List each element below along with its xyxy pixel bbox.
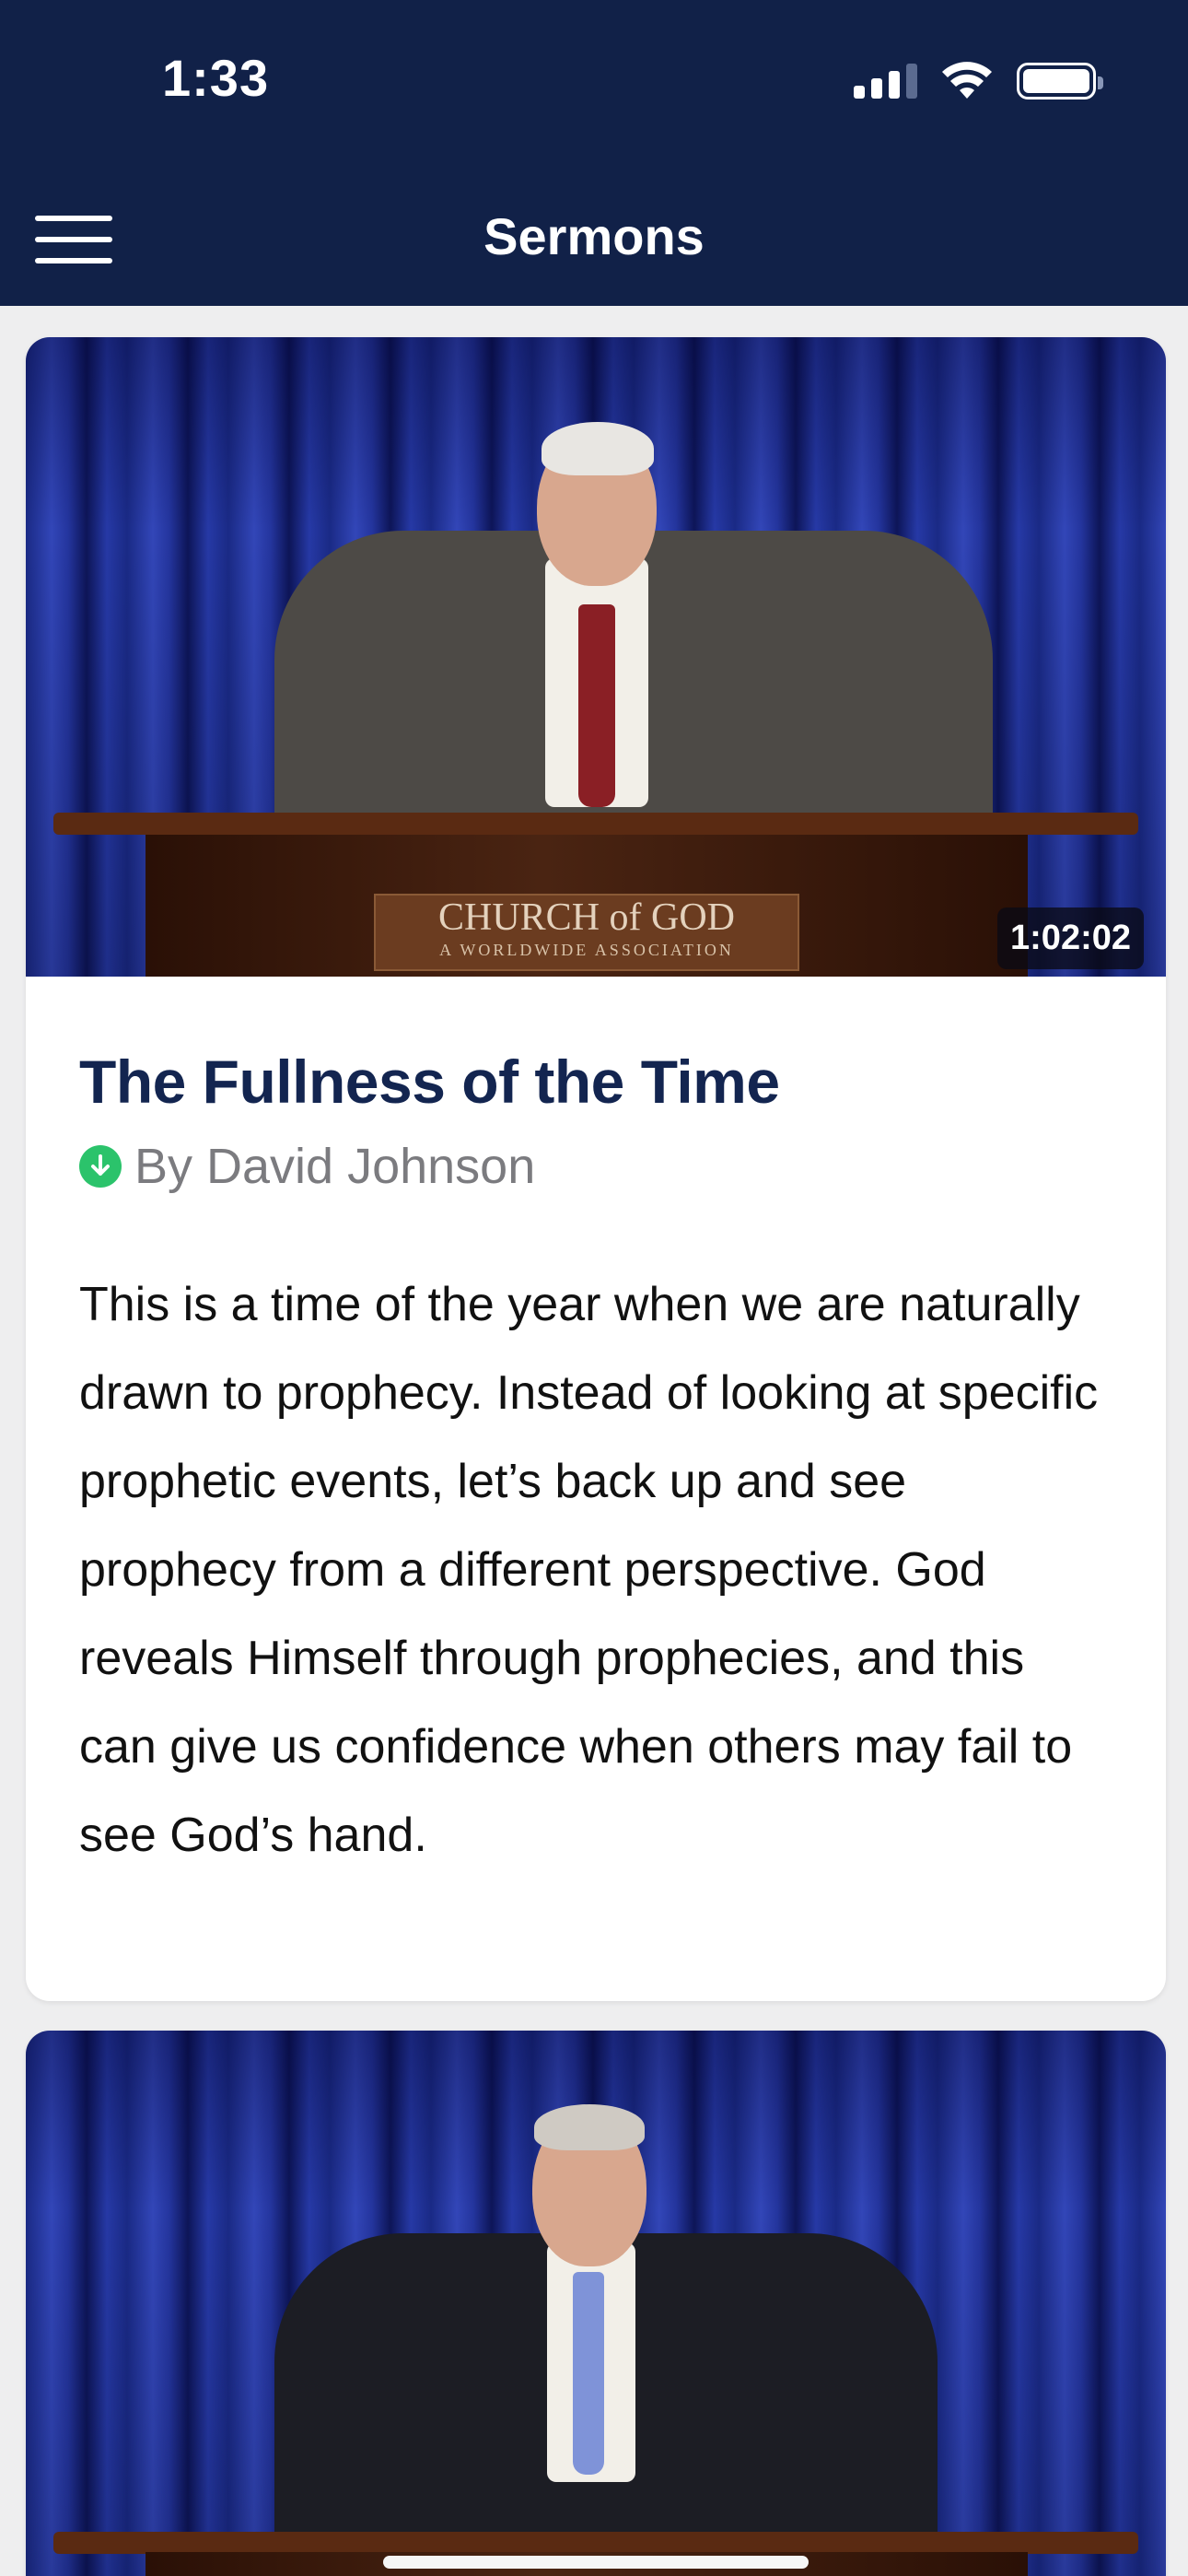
- download-icon[interactable]: [79, 1145, 122, 1188]
- sermon-byline: By David Johnson: [79, 1137, 1112, 1196]
- top-bar: 1:33 Sermons: [0, 0, 1188, 306]
- status-time: 1:33: [162, 49, 270, 107]
- sermon-card[interactable]: CHURCH of GOD A WORLDWIDE ASSOCIATION 1:…: [26, 337, 1166, 2001]
- podium-plaque: CHURCH of GOD A WORLDWIDE ASSOCIATION: [374, 894, 799, 971]
- sermon-details: The Fullness of the Time By David Johnso…: [26, 1045, 1166, 1879]
- page-title: Sermons: [483, 207, 705, 265]
- sermon-title[interactable]: The Fullness of the Time: [79, 1045, 1112, 1118]
- duration-badge: 1:02:02: [997, 907, 1144, 969]
- sermon-description: This is a time of the year when we are n…: [79, 1278, 1099, 1862]
- sermon-author: By David Johnson: [134, 1139, 536, 1194]
- home-indicator[interactable]: [383, 2556, 809, 2569]
- battery-icon: [1017, 63, 1103, 100]
- wifi-icon: [942, 62, 992, 99]
- cellular-signal-icon: [854, 64, 917, 99]
- sermon-thumbnail[interactable]: [26, 2031, 1166, 2576]
- status-icons: [854, 59, 1103, 103]
- sermon-card[interactable]: [26, 2031, 1166, 2576]
- sermon-thumbnail[interactable]: CHURCH of GOD A WORLDWIDE ASSOCIATION 1:…: [26, 337, 1166, 977]
